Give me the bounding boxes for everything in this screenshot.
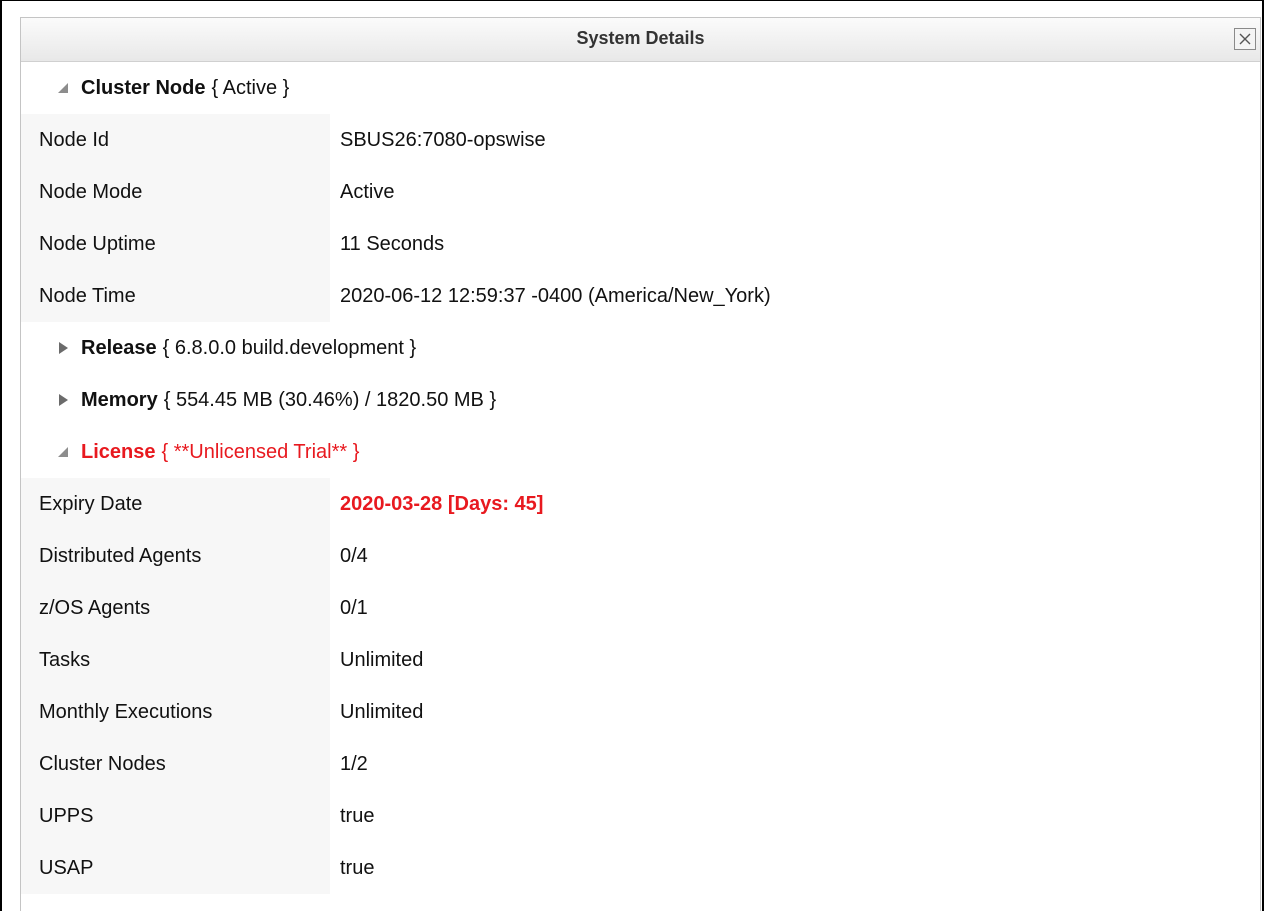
close-button[interactable] (1234, 28, 1256, 50)
detail-row: Tasks Unlimited (21, 634, 1260, 686)
section-heading: License (81, 440, 156, 463)
row-label: Monthly Executions (21, 686, 330, 738)
section-heading: Release (81, 336, 157, 359)
license-section-header[interactable]: License { **Unlicensed Trial** } (21, 426, 1260, 478)
release-section-header[interactable]: Release { 6.8.0.0 build.development } (21, 322, 1260, 374)
row-label: z/OS Agents (21, 582, 330, 634)
section-status: { 554.45 MB (30.46%) / 1820.50 MB } (163, 388, 497, 411)
row-value: 1/2 (340, 752, 368, 775)
system-details-dialog: System Details Cluster Node { Active } N… (20, 17, 1261, 911)
row-label: Distributed Agents (21, 530, 330, 582)
detail-row: Distributed Agents 0/4 (21, 530, 1260, 582)
row-label: Node Id (21, 114, 330, 166)
row-label: Expiry Date (21, 478, 330, 530)
detail-row: z/OS Agents 0/1 (21, 582, 1260, 634)
row-value: 0/4 (340, 544, 368, 567)
expanded-triangle-icon (55, 62, 71, 114)
row-label: UPPS (21, 790, 330, 842)
detail-row: Node Time 2020-06-12 12:59:37 -0400 (Ame… (21, 270, 1260, 322)
row-label: Node Time (21, 270, 330, 322)
expiry-date-value: 2020-03-28 [Days: 45] (340, 492, 544, 515)
row-label: Node Uptime (21, 218, 330, 270)
row-value: Unlimited (340, 648, 424, 671)
row-value: true (340, 856, 375, 879)
collapsed-triangle-icon (55, 322, 71, 374)
detail-row: Monthly Executions Unlimited (21, 686, 1260, 738)
window-frame-left (0, 0, 2, 911)
row-value: Unlimited (340, 700, 424, 723)
section-heading: Memory (81, 388, 158, 411)
section-status: { Active } (211, 76, 290, 99)
detail-row: Node Mode Active (21, 166, 1260, 218)
detail-row: USAP true (21, 842, 1260, 894)
row-value: SBUS26:7080-opswise (340, 128, 546, 151)
detail-row: UPPS true (21, 790, 1260, 842)
close-icon (1239, 33, 1251, 45)
detail-row: Expiry Date 2020-03-28 [Days: 45] (21, 478, 1260, 530)
section-heading: Cluster Node (81, 76, 206, 99)
row-value: true (340, 804, 375, 827)
dialog-titlebar: System Details (21, 18, 1260, 62)
row-value: Active (340, 180, 395, 203)
collapsed-triangle-icon (55, 374, 71, 426)
row-label: USAP (21, 842, 330, 894)
row-label: Cluster Nodes (21, 738, 330, 790)
dialog-title: System Details (576, 28, 705, 48)
expanded-triangle-icon (55, 426, 71, 478)
row-value: 11 Seconds (340, 232, 445, 255)
row-label: Tasks (21, 634, 330, 686)
details-content: Cluster Node { Active } Node Id SBUS26:7… (21, 62, 1260, 894)
detail-row: Node Id SBUS26:7080-opswise (21, 114, 1260, 166)
row-label: Node Mode (21, 166, 330, 218)
row-value: 2020-06-12 12:59:37 -0400 (America/New_Y… (340, 284, 771, 307)
detail-row: Node Uptime 11 Seconds (21, 218, 1260, 270)
section-status: { 6.8.0.0 build.development } (162, 336, 417, 359)
detail-row: Cluster Nodes 1/2 (21, 738, 1260, 790)
memory-section-header[interactable]: Memory { 554.45 MB (30.46%) / 1820.50 MB… (21, 374, 1260, 426)
row-value: 0/1 (340, 596, 368, 619)
cluster-node-section-header[interactable]: Cluster Node { Active } (21, 62, 1260, 114)
window-frame-top (0, 0, 1264, 1)
section-status: { **Unlicensed Trial** } (161, 440, 360, 463)
